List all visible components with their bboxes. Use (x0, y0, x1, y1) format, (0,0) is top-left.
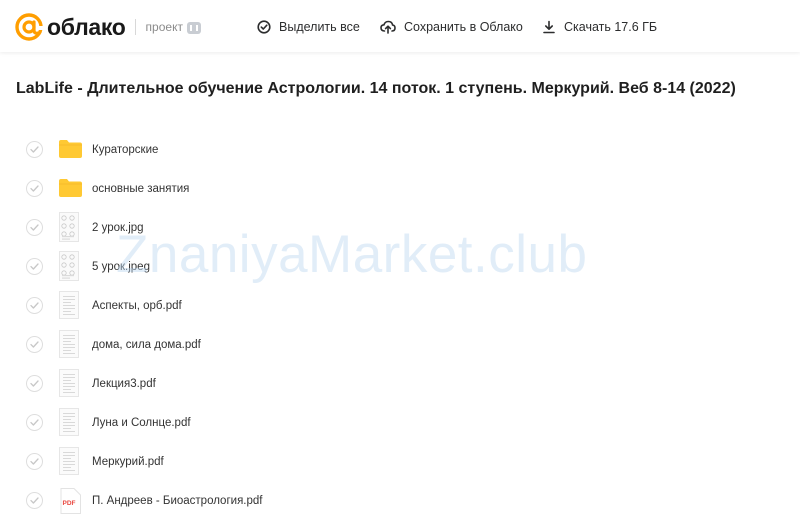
logo-text: облако (47, 14, 126, 40)
file-name[interactable]: дома, сила дома.pdf (92, 339, 201, 351)
image-thumbnail-icon (59, 212, 79, 242)
folder-icon (59, 179, 82, 197)
checkmark-icon (30, 185, 39, 192)
file-name[interactable]: Лекция3.pdf (92, 378, 156, 390)
save-to-cloud-button[interactable]: Сохранить в Облако (380, 18, 523, 36)
file-row[interactable]: основные занятия (0, 169, 800, 208)
file-row[interactable]: 2 урок.jpg (0, 208, 800, 247)
select-checkbox[interactable] (26, 141, 43, 158)
select-checkbox[interactable] (26, 375, 43, 392)
download-label: Скачать 17.6 ГБ (564, 20, 658, 34)
file-row[interactable]: Меркурий.pdf (0, 442, 800, 481)
checkmark-icon (30, 419, 39, 426)
document-thumbnail-icon (59, 291, 79, 319)
check-circle-icon (257, 20, 271, 34)
file-name[interactable]: 5 урок.jpeg (92, 261, 150, 273)
select-checkbox[interactable] (26, 336, 43, 353)
file-row[interactable]: PDF П. Андреев - Биоастрология.pdf (0, 481, 800, 520)
file-name[interactable]: Аспекты, орб.pdf (92, 300, 182, 312)
document-thumbnail-icon (59, 369, 79, 397)
file-row[interactable]: Кураторские (0, 130, 800, 169)
file-row[interactable]: дома, сила дома.pdf (0, 325, 800, 364)
cloud-logo[interactable]: облако проект (14, 12, 201, 42)
file-name[interactable]: Кураторские (92, 144, 158, 156)
file-row[interactable]: Аспекты, орб.pdf (0, 286, 800, 325)
document-thumbnail-icon (59, 408, 79, 436)
cloud-upload-icon (380, 20, 396, 34)
checkmark-icon (30, 341, 39, 348)
checkmark-icon (30, 302, 39, 309)
select-checkbox[interactable] (26, 453, 43, 470)
file-name[interactable]: основные занятия (92, 183, 189, 195)
download-icon (543, 20, 555, 34)
checkmark-icon (30, 380, 39, 387)
image-thumbnail-icon (59, 251, 79, 281)
at-sign-icon (15, 13, 43, 41)
file-name[interactable]: Меркурий.pdf (92, 456, 164, 468)
save-to-cloud-label: Сохранить в Облако (404, 20, 523, 34)
file-row[interactable]: Лекция3.pdf (0, 364, 800, 403)
project-label: проект (145, 20, 183, 34)
page-title: LabLife - Длительное обучение Астрологии… (16, 80, 736, 97)
select-all-label: Выделить все (279, 20, 360, 34)
pdf-file-icon: PDF (60, 488, 81, 514)
select-checkbox[interactable] (26, 258, 43, 275)
select-checkbox[interactable] (26, 180, 43, 197)
top-header: облако проект Выделить все Сохранить в О… (0, 0, 800, 52)
logo-divider (134, 19, 136, 35)
document-thumbnail-icon (59, 447, 79, 475)
select-checkbox[interactable] (26, 219, 43, 236)
select-all-button[interactable]: Выделить все (257, 18, 360, 36)
select-checkbox[interactable] (26, 297, 43, 314)
file-name[interactable]: П. Андреев - Биоастрология.pdf (92, 495, 262, 507)
checkmark-icon (30, 224, 39, 231)
file-row[interactable]: Луна и Солнце.pdf (0, 403, 800, 442)
document-thumbnail-icon (59, 330, 79, 358)
checkmark-icon (30, 263, 39, 270)
checkmark-icon (30, 497, 39, 504)
download-button[interactable]: Скачать 17.6 ГБ (542, 18, 657, 36)
file-row[interactable]: 5 урок.jpeg (0, 247, 800, 286)
checkmark-icon (30, 458, 39, 465)
svg-text:PDF: PDF (63, 500, 76, 507)
file-name[interactable]: Луна и Солнце.pdf (92, 417, 191, 429)
folder-icon (59, 140, 82, 158)
checkmark-icon (30, 146, 39, 153)
file-name[interactable]: 2 урок.jpg (92, 222, 144, 234)
select-checkbox[interactable] (26, 414, 43, 431)
select-checkbox[interactable] (26, 492, 43, 509)
vk-badge-icon (186, 22, 201, 34)
